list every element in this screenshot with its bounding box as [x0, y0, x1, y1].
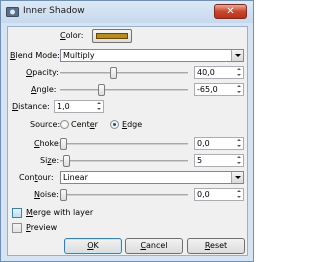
spin-up-icon[interactable]	[235, 155, 243, 160]
angle-spinbox[interactable]: -65,0	[194, 83, 244, 96]
source-center-radio[interactable]	[60, 120, 69, 129]
preview-checkbox[interactable]	[12, 223, 22, 233]
opacity-label: Opacity:	[26, 68, 59, 77]
choke-label: Choke:	[34, 139, 62, 148]
noise-slider-thumb[interactable]	[60, 189, 67, 201]
close-icon: ✕	[226, 6, 235, 17]
chevron-down-icon[interactable]	[231, 172, 243, 183]
window-title: Inner Shadow	[23, 6, 85, 16]
color-swatch	[96, 33, 128, 39]
close-button[interactable]: ✕	[214, 4, 247, 19]
source-edge-label[interactable]: Edge	[122, 120, 142, 129]
choke-spinbox[interactable]: 0,0	[194, 137, 244, 150]
opacity-spinbox[interactable]: 40,0	[194, 66, 244, 79]
choke-slider-track	[60, 143, 188, 145]
merge-with-layer-label[interactable]: Merge with layer	[26, 208, 93, 217]
size-spinbox[interactable]: 5	[194, 154, 244, 167]
inner-shadow-dialog: Inner Shadow ✕ Color: Blend Mode: Multip…	[0, 0, 254, 262]
cancel-button[interactable]: Cancel	[125, 238, 183, 254]
spin-up-icon[interactable]	[235, 84, 243, 89]
size-slider[interactable]	[60, 154, 188, 168]
color-label: Color:	[60, 31, 84, 40]
opacity-value: 40,0	[197, 68, 215, 77]
contour-value: Linear	[63, 173, 88, 182]
angle-slider[interactable]	[60, 83, 188, 97]
blend-mode-select[interactable]: Multiply	[60, 49, 244, 62]
app-icon	[6, 7, 19, 17]
choke-value: 0,0	[197, 139, 210, 148]
distance-spinbox[interactable]: 1,0	[54, 100, 104, 113]
dialog-body: Color: Blend Mode: Multiply Opacity: 40,…	[7, 26, 248, 256]
title-bar[interactable]: Inner Shadow ✕	[1, 1, 253, 23]
color-swatch-button[interactable]	[92, 29, 132, 43]
spin-up-icon[interactable]	[235, 138, 243, 143]
spin-down-icon[interactable]	[235, 90, 243, 95]
size-slider-track	[60, 160, 188, 162]
chevron-down-icon[interactable]	[231, 50, 243, 61]
angle-slider-track	[60, 89, 188, 91]
choke-slider[interactable]	[60, 137, 188, 151]
ok-button[interactable]: OK	[64, 238, 122, 254]
noise-slider[interactable]	[60, 188, 188, 202]
noise-spinbox[interactable]: 0,0	[194, 188, 244, 201]
opacity-slider-track	[60, 72, 188, 74]
preview-label[interactable]: Preview	[26, 223, 57, 232]
size-label: Size:	[40, 156, 60, 165]
spin-down-icon[interactable]	[235, 73, 243, 78]
blend-mode-label: Blend Mode:	[10, 51, 60, 60]
noise-label: Noise:	[34, 190, 59, 199]
source-edge-radio[interactable]	[110, 120, 119, 129]
size-slider-thumb[interactable]	[63, 155, 70, 167]
merge-with-layer-checkbox[interactable]	[12, 208, 22, 218]
spin-down-icon[interactable]	[235, 195, 243, 200]
spin-up-icon[interactable]	[95, 101, 103, 106]
spin-down-icon[interactable]	[95, 107, 103, 112]
source-label: Source:	[30, 120, 61, 129]
contour-select[interactable]: Linear	[60, 171, 244, 184]
spin-up-icon[interactable]	[235, 189, 243, 194]
spin-up-icon[interactable]	[235, 67, 243, 72]
angle-slider-thumb[interactable]	[98, 84, 105, 96]
reset-button[interactable]: Reset	[187, 238, 245, 254]
distance-label: Distance:	[12, 102, 50, 111]
angle-value: -65,0	[197, 85, 218, 94]
blend-mode-value: Multiply	[63, 51, 95, 60]
source-center-label[interactable]: Center	[71, 120, 98, 129]
noise-value: 0,0	[197, 190, 210, 199]
contour-label: Contour:	[19, 173, 54, 182]
distance-value: 1,0	[57, 102, 70, 111]
spin-down-icon[interactable]	[235, 144, 243, 149]
opacity-slider-thumb[interactable]	[110, 67, 117, 79]
size-value: 5	[197, 156, 203, 165]
noise-slider-track	[60, 194, 188, 196]
choke-slider-thumb[interactable]	[60, 138, 67, 150]
opacity-slider[interactable]	[60, 66, 188, 80]
angle-label: Angle:	[31, 85, 57, 94]
spin-down-icon[interactable]	[235, 161, 243, 166]
